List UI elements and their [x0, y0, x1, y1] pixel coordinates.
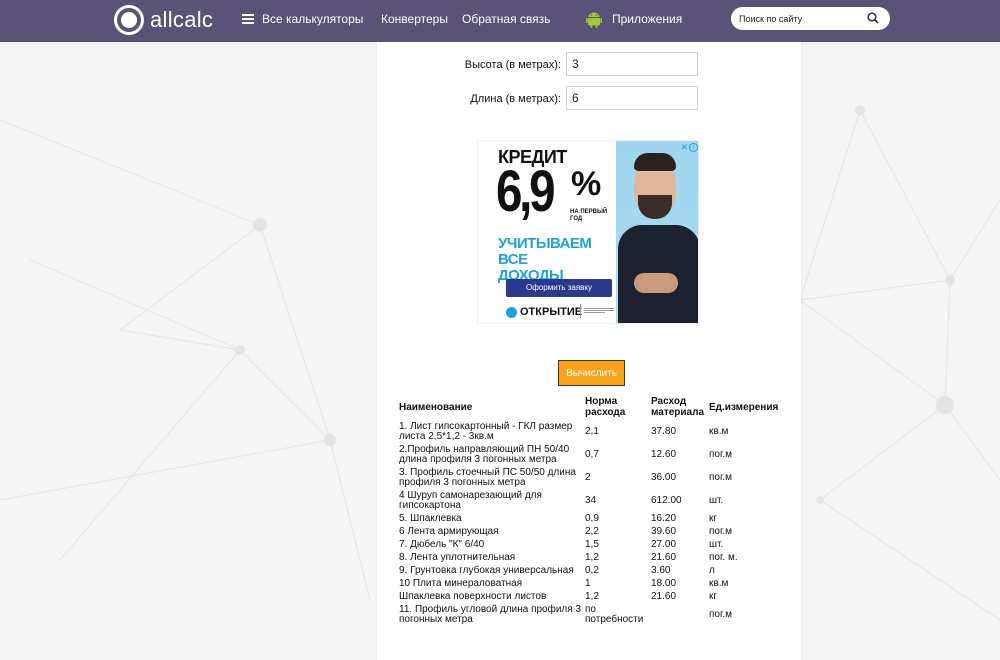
cell-consumption: 21.60	[651, 551, 677, 563]
cell-name: 6 Лента армирующая	[399, 525, 499, 537]
cell-norm: 34	[585, 494, 597, 506]
cell-consumption: 39.60	[651, 525, 677, 537]
ad-bank-name: ОТКРЫТИЕ	[520, 306, 583, 318]
cell-unit: пог.м	[709, 525, 733, 537]
ad-fine-print-lines	[584, 307, 614, 314]
table-row: 10 Плита минераловатная 1 18.00 кв.м	[397, 577, 787, 590]
nav-apps[interactable]: Приложения	[612, 12, 682, 26]
table-row: 5. Шпаклевка 0,9 16.20 кг	[397, 512, 787, 525]
cell-consumption: 16.20	[651, 512, 677, 524]
cell-consumption: 37.80	[651, 425, 677, 437]
ad-slogan: УЧИТЫВАЕМ ВСЕ ДОХОДЫ	[498, 236, 618, 284]
cell-unit: пог.м	[709, 608, 733, 620]
cell-name: 4 Шуруп самонарезающий для гипсокартона	[399, 489, 542, 511]
cell-norm: 2,1	[585, 425, 599, 437]
table-row: 1. Лист гипсокартонный - ГКЛ размер лист…	[397, 420, 787, 443]
table-row: 6 Лента армирующая 2,2 39.60 пог.м	[397, 525, 787, 538]
android-icon	[586, 12, 602, 28]
height-input[interactable]	[566, 52, 698, 76]
cell-name: 11. Профиль угловой длина профиля 3 пого…	[399, 603, 582, 625]
top-navigation-bar: allcalc Все калькуляторы Конвертеры Обра…	[0, 0, 1000, 42]
cell-unit: пог.м	[709, 471, 733, 483]
ad-person-image: i ✕	[616, 141, 698, 323]
cell-unit: кв.м	[709, 425, 729, 437]
height-label: Высота (в метрах):	[464, 59, 561, 71]
cell-norm: 1	[585, 577, 591, 589]
cell-consumption: 3.60	[651, 564, 671, 576]
cell-norm: 1,5	[585, 538, 599, 550]
ad-slogan-line1: УЧИТЫВАЕМ ВСЕ	[498, 235, 592, 268]
logo-circle-icon	[114, 5, 144, 35]
cell-name: 7. Дюбель "К" 6/40	[399, 538, 485, 550]
cell-name: 2.Профиль направляющий ПН 50/40 длина пр…	[399, 443, 570, 465]
cell-consumption: 36.00	[651, 471, 677, 483]
cell-norm: 0,2	[585, 564, 599, 576]
ad-first-year: НА ПЕРВЫЙ ГОД	[570, 209, 608, 222]
site-logo[interactable]: allcalc	[114, 5, 213, 35]
cell-name: 3. Профиль стоечный ПС 50/50 длина профи…	[399, 466, 576, 488]
cell-consumption: 612.00	[651, 494, 682, 506]
cell-consumption: 12.60	[651, 448, 677, 460]
ad-apply-button[interactable]: Оформить заявку	[506, 279, 612, 297]
cell-unit: пог. м.	[709, 551, 738, 563]
ad-text-panel: КРЕДИТ 6,9 % НА ПЕРВЫЙ ГОД УЧИТЫВАЕМ ВСЕ…	[478, 141, 618, 323]
cell-norm: по потребности	[585, 603, 644, 625]
length-label: Длина (в метрах):	[470, 93, 561, 105]
table-row: 3. Профиль стоечный ПС 50/50 длина профи…	[397, 466, 787, 489]
cell-name: 9. Грунтовка глубокая универсальная	[399, 564, 574, 576]
cell-unit: пог.м	[709, 448, 733, 460]
column-header-consumption: Расход материала	[651, 396, 705, 418]
nav-feedback[interactable]: Обратная связь	[462, 12, 550, 26]
table-row: Шпаклевка поверхности листов 1,2 21.60 кг	[397, 590, 787, 603]
calculate-button[interactable]: Вычислить	[558, 360, 625, 386]
search-icon[interactable]	[867, 12, 879, 24]
cell-name: Шпаклевка поверхности листов	[399, 590, 547, 602]
cell-norm: 2,2	[585, 525, 599, 537]
table-row: 11. Профиль угловой длина профиля 3 пого…	[397, 603, 787, 626]
cell-unit: кв.м	[709, 577, 729, 589]
ad-info-icon[interactable]: i	[689, 143, 698, 152]
cell-unit: л	[709, 564, 715, 576]
cell-unit: кг	[709, 590, 718, 602]
menu-hamburger-icon[interactable]	[242, 14, 254, 24]
nav-converters[interactable]: Конвертеры	[381, 12, 448, 26]
column-header-name: Наименование	[399, 401, 473, 413]
cell-unit: шт.	[709, 538, 724, 550]
table-row: 8. Лента уплотнительная 1,2 21.60 пог. м.	[397, 551, 787, 564]
materials-results-table: Наименование Норма расхода Расход матери…	[397, 394, 787, 626]
advertisement-banner[interactable]: КРЕДИТ 6,9 % НА ПЕРВЫЙ ГОД УЧИТЫВАЕМ ВСЕ…	[477, 140, 699, 324]
cell-name: 5. Шпаклевка	[399, 512, 462, 524]
calculator-content-panel: Высота (в метрах): Длина (в метрах): КРЕ…	[377, 42, 801, 660]
table-row: 7. Дюбель "К" 6/40 1,5 27.00 шт.	[397, 538, 787, 551]
cell-name: 1. Лист гипсокартонный - ГКЛ размер лист…	[399, 420, 573, 442]
cell-consumption: 18.00	[651, 577, 677, 589]
cell-name: 8. Лента уплотнительная	[399, 551, 516, 563]
column-header-unit: Ед.измерения	[709, 401, 779, 413]
logo-text: allcalc	[150, 7, 214, 32]
column-header-norm: Норма расхода	[585, 396, 626, 418]
cell-unit: шт.	[709, 494, 724, 506]
cell-consumption: 21.60	[651, 590, 677, 602]
cell-name: 10 Плита минераловатная	[399, 577, 523, 589]
table-body: 1. Лист гипсокартонный - ГКЛ размер лист…	[397, 420, 787, 626]
cell-consumption: 27.00	[651, 538, 677, 550]
cell-norm: 0,9	[585, 512, 599, 524]
cell-unit: кг	[709, 512, 718, 524]
table-row: 4 Шуруп самонарезающий для гипсокартона 3…	[397, 489, 787, 512]
nav-all-calculators[interactable]: Все калькуляторы	[262, 12, 363, 26]
table-header-row: Наименование Норма расхода Расход матери…	[397, 394, 787, 420]
ad-close-icon[interactable]: ✕	[680, 142, 688, 153]
table-row: 2.Профиль направляющий ПН 50/40 длина пр…	[397, 443, 787, 466]
bank-logo-icon	[506, 307, 517, 318]
ad-percent: %	[571, 165, 602, 203]
cell-norm: 1,2	[585, 551, 599, 563]
table-row: 9. Грунтовка глубокая универсальная 0,2 3.…	[397, 564, 787, 577]
length-input[interactable]	[566, 86, 698, 110]
ad-rate: 6,9	[496, 159, 556, 224]
cell-norm: 1,2	[585, 590, 599, 602]
cell-norm: 0,7	[585, 448, 599, 460]
cell-consumption	[649, 603, 707, 626]
cell-norm: 2	[585, 471, 591, 483]
ad-separator	[580, 304, 581, 318]
